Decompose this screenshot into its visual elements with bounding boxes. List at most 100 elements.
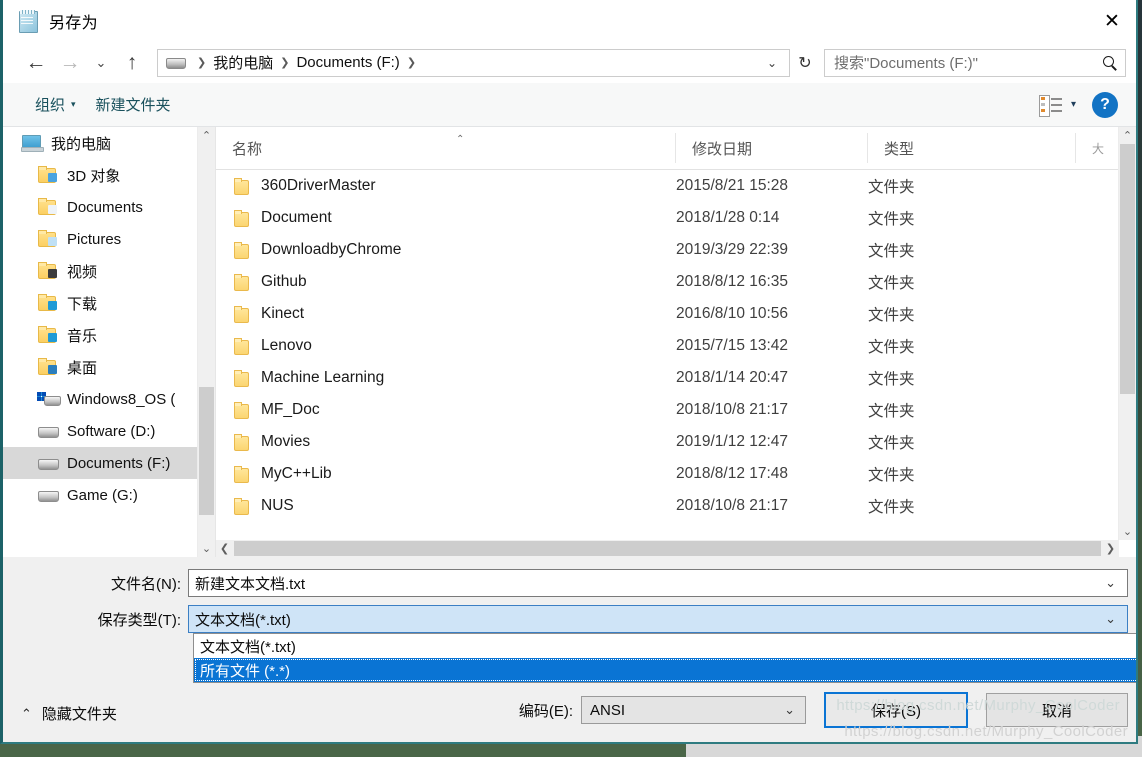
file-date-cell: 2018/8/12 16:35 [676,273,789,290]
column-header-size[interactable]: 大 [1076,133,1119,163]
file-date-cell: 2018/1/28 0:14 [676,209,780,226]
file-list-scrollbar[interactable]: ⌃ ⌄ [1118,127,1136,540]
breadcrumb-dropdown-icon[interactable]: ⌄ [759,56,785,70]
file-name-label: 360DriverMaster [261,177,376,194]
file-name-label: MF_Doc [261,401,320,418]
file-name-label: Lenovo [261,337,312,354]
folder-icon [232,401,249,419]
sidebar-item-6[interactable]: 音乐 [3,319,215,351]
sidebar-item-5[interactable]: 下载 [3,287,215,319]
save-as-dialog: 另存为 ✕ ← → ⌄ ↑ ❯ 我的电脑 ❯ Documents (F:) ❯ … [0,0,1138,744]
table-row[interactable]: Lenovo 2015/7/15 13:42 文件夹 [216,330,1136,362]
encoding-combobox[interactable]: ANSI ⌄ [581,696,806,724]
filetype-option-0[interactable]: 文本文档(*.txt) [194,634,1136,658]
list-view-icon[interactable] [1038,94,1063,117]
table-row[interactable]: Github 2018/8/12 16:35 文件夹 [216,266,1136,298]
drive-icon [37,486,59,504]
file-type-cell: 文件夹 [868,403,915,420]
file-type-cell: 文件夹 [868,275,915,292]
file-scroll-down-icon[interactable]: ⌄ [1119,523,1136,540]
sidebar-item-label: 3D 对象 [67,167,121,185]
folder-documents-icon [37,198,59,216]
table-row[interactable]: MyC++Lib 2018/8/12 17:48 文件夹 [216,458,1136,490]
column-header-date[interactable]: 修改日期 [676,133,868,163]
filetype-option-1[interactable]: 所有文件 (*.*) [194,658,1136,682]
sidebar-item-4[interactable]: 视频 [3,255,215,287]
table-row[interactable]: Document 2018/1/28 0:14 文件夹 [216,202,1136,234]
search-input[interactable]: 搜索"Documents (F:)" [824,48,1126,77]
filetype-value: 文本文档(*.txt) [195,611,291,629]
sidebar-scroll-thumb[interactable] [199,387,214,515]
new-folder-button[interactable]: 新建文件夹 [86,90,181,119]
sidebar-scroll-up-icon[interactable]: ⌃ [198,127,215,144]
organize-button[interactable]: 组织 ▾ [25,90,86,119]
filetype-dropdown-list[interactable]: 文本文档(*.txt) 所有文件 (*.*) [193,633,1136,683]
table-row[interactable]: DownloadbyChrome 2019/3/29 22:39 文件夹 [216,234,1136,266]
breadcrumb[interactable]: ❯ 我的电脑 ❯ Documents (F:) ❯ ⌄ [157,48,790,77]
filetype-combobox[interactable]: 文本文档(*.txt) ⌄ [188,605,1128,633]
file-list-hscrollbar[interactable]: ❮ ❯ [216,540,1119,557]
watermark-bottom: https://blog.csdn.net/Murphy_CoolCoder [844,723,1128,740]
file-name-label: Machine Learning [261,369,385,386]
table-row[interactable]: Machine Learning 2018/1/14 20:47 文件夹 [216,362,1136,394]
chevron-down-icon: ▾ [71,99,76,109]
filename-row: 文件名(N): 新建文本文档.txt ⌄ [3,569,1128,597]
table-row[interactable]: 360DriverMaster 2015/8/21 15:28 文件夹 [216,170,1136,202]
sort-ascending-icon: ⌃ [456,134,465,145]
folder-3d-icon [37,166,59,184]
column-header-type[interactable]: 类型 [868,133,1076,163]
back-button[interactable]: ← [19,47,53,79]
watermark-overlay: https://blog.csdn.net/Murphy_CoolCoder [836,697,1120,714]
dialog-footer: 文件名(N): 新建文本文档.txt ⌄ 保存类型(T): 文本文档(*.txt… [3,557,1136,742]
table-row[interactable]: Movies 2019/1/12 12:47 文件夹 [216,426,1136,458]
sidebar-scrollbar[interactable]: ⌃ ⌄ [197,127,215,557]
sidebar-item-7[interactable]: 桌面 [3,351,215,383]
sidebar-scroll-down-icon[interactable]: ⌄ [198,540,215,557]
sidebar-item-9[interactable]: Software (D:) [3,415,215,447]
window-title: 另存为 [49,15,98,32]
sidebar-item-3[interactable]: Pictures [3,223,215,255]
refresh-button[interactable]: ↻ [790,49,820,77]
table-row[interactable]: MF_Doc 2018/10/8 21:17 文件夹 [216,394,1136,426]
filename-label: 文件名(N): [111,575,181,593]
sidebar-item-0[interactable]: 我的电脑 [3,127,215,159]
table-row[interactable]: NUS 2018/10/8 21:17 文件夹 [216,490,1136,522]
table-row[interactable]: Kinect 2016/8/10 10:56 文件夹 [216,298,1136,330]
sidebar-item-2[interactable]: Documents [3,191,215,223]
sidebar-item-10[interactable]: Documents (F:) [3,447,215,479]
sidebar-item-11[interactable]: Game (G:) [3,479,215,511]
file-date-cell: 2018/8/12 17:48 [676,465,789,482]
up-button[interactable]: ↑ [115,47,149,79]
filename-chevron-down-icon[interactable]: ⌄ [1098,575,1123,591]
recent-locations-button[interactable]: ⌄ [87,47,115,79]
filename-field[interactable]: 新建文本文档.txt ⌄ [188,569,1128,597]
help-button[interactable]: ? [1092,91,1118,118]
breadcrumb-item-1[interactable]: Documents (F:) [296,54,399,71]
hscroll-left-icon[interactable]: ❮ [216,540,233,557]
sidebar-item-8[interactable]: Windows8_OS ( [3,383,215,415]
forward-button[interactable]: → [53,47,87,79]
column-header-name[interactable]: 名称 ⌃ [216,133,676,163]
file-name-cell: Github [216,273,676,291]
file-name-cell: Lenovo [216,337,676,355]
folder-icon [232,337,249,355]
file-scroll-thumb[interactable] [1120,144,1135,394]
breadcrumb-item-0[interactable]: 我的电脑 [213,52,273,73]
title-bar: 另存为 ✕ [3,0,1136,42]
filetype-chevron-down-icon[interactable]: ⌄ [1098,611,1123,627]
breadcrumb-separator-1: ❯ [280,57,290,69]
folder-downloads-icon [37,294,59,312]
file-name-label: Kinect [261,305,305,322]
navigation-bar: ← → ⌄ ↑ ❯ 我的电脑 ❯ Documents (F:) ❯ ⌄ ↻ 搜索… [3,42,1136,83]
hscroll-right-icon[interactable]: ❯ [1102,540,1119,557]
close-icon[interactable]: ✕ [1088,0,1136,42]
file-type-cell: 文件夹 [868,371,915,388]
file-scroll-up-icon[interactable]: ⌃ [1119,127,1136,144]
sidebar-item-1[interactable]: 3D 对象 [3,159,215,191]
encoding-chevron-down-icon[interactable]: ⌄ [778,702,801,718]
file-type-cell: 文件夹 [868,243,915,260]
hscroll-thumb[interactable] [234,541,1101,556]
file-date-cell: 2015/7/15 13:42 [676,337,789,354]
hide-folders-button[interactable]: ⌃ 隐藏文件夹 [21,703,117,724]
view-options-chevron-icon[interactable]: ▾ [1071,99,1076,110]
